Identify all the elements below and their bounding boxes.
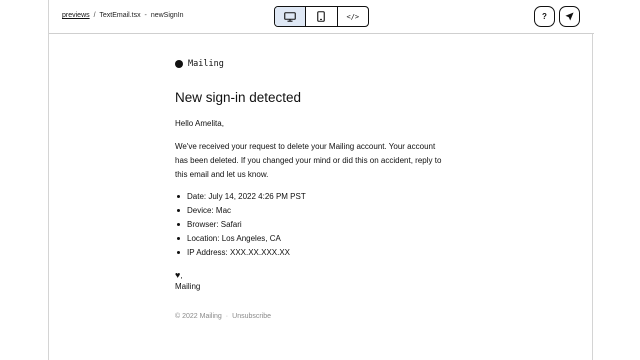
email-footer: © 2022 Mailing · Unsubscribe [175, 313, 475, 320]
detail-device: Device: Mac [175, 204, 475, 218]
footer-copyright: © 2022 Mailing [175, 313, 222, 320]
help-icon: ? [542, 12, 547, 21]
detail-location: Location: Los Angeles, CA [175, 232, 475, 246]
brand-header: Mailing [175, 58, 475, 70]
detail-ip-address: IP Address: XXX.XX.XXX.XX [175, 246, 475, 260]
mobile-view-button[interactable] [306, 7, 338, 26]
breadcrumb-previews-link[interactable]: previews [62, 12, 90, 19]
desktop-view-button[interactable] [275, 7, 307, 26]
email-body: We've received your request to delete yo… [175, 142, 442, 179]
breadcrumb-separator: / [93, 12, 96, 19]
detail-browser: Browser: Safari [175, 218, 475, 232]
breadcrumb-file: TextEmail.tsx [99, 12, 141, 19]
paper-plane-icon [565, 12, 574, 21]
signature: Mailing [175, 282, 201, 291]
detail-date: Date: July 14, 2022 4:26 PM PST [175, 190, 475, 204]
breadcrumb: previews / TextEmail.tsx - newSignIn [62, 12, 184, 19]
mobile-icon [317, 11, 326, 22]
brand-logo-icon [175, 60, 183, 68]
preview-header: previews / TextEmail.tsx - newSignIn </>… [49, 0, 594, 34]
code-icon: </> [346, 12, 360, 21]
sign-in-details-list: Date: July 14, 2022 4:26 PM PST Device: … [175, 190, 475, 260]
send-test-button[interactable] [559, 6, 580, 27]
unsubscribe-link[interactable]: Unsubscribe [232, 313, 271, 320]
email-greeting: Hello Amelita, [175, 119, 224, 128]
brand-name: Mailing [188, 59, 224, 69]
email-title: New sign-in detected [175, 90, 302, 105]
preview-frame: previews / TextEmail.tsx - newSignIn </>… [48, 0, 594, 360]
help-button[interactable]: ? [534, 6, 555, 27]
breadcrumb-component-separator: - [144, 12, 147, 19]
signoff-comma: , [180, 271, 183, 280]
signoff: ♥, [175, 270, 475, 281]
code-view-button[interactable]: </> [338, 7, 368, 26]
desktop-icon [284, 11, 296, 22]
email-preview: Mailing New sign-in detected Hello Ameli… [175, 58, 475, 320]
footer-divider: · [225, 313, 229, 320]
breadcrumb-component: newSignIn [150, 12, 184, 19]
view-mode-toggle: </> [274, 6, 369, 27]
